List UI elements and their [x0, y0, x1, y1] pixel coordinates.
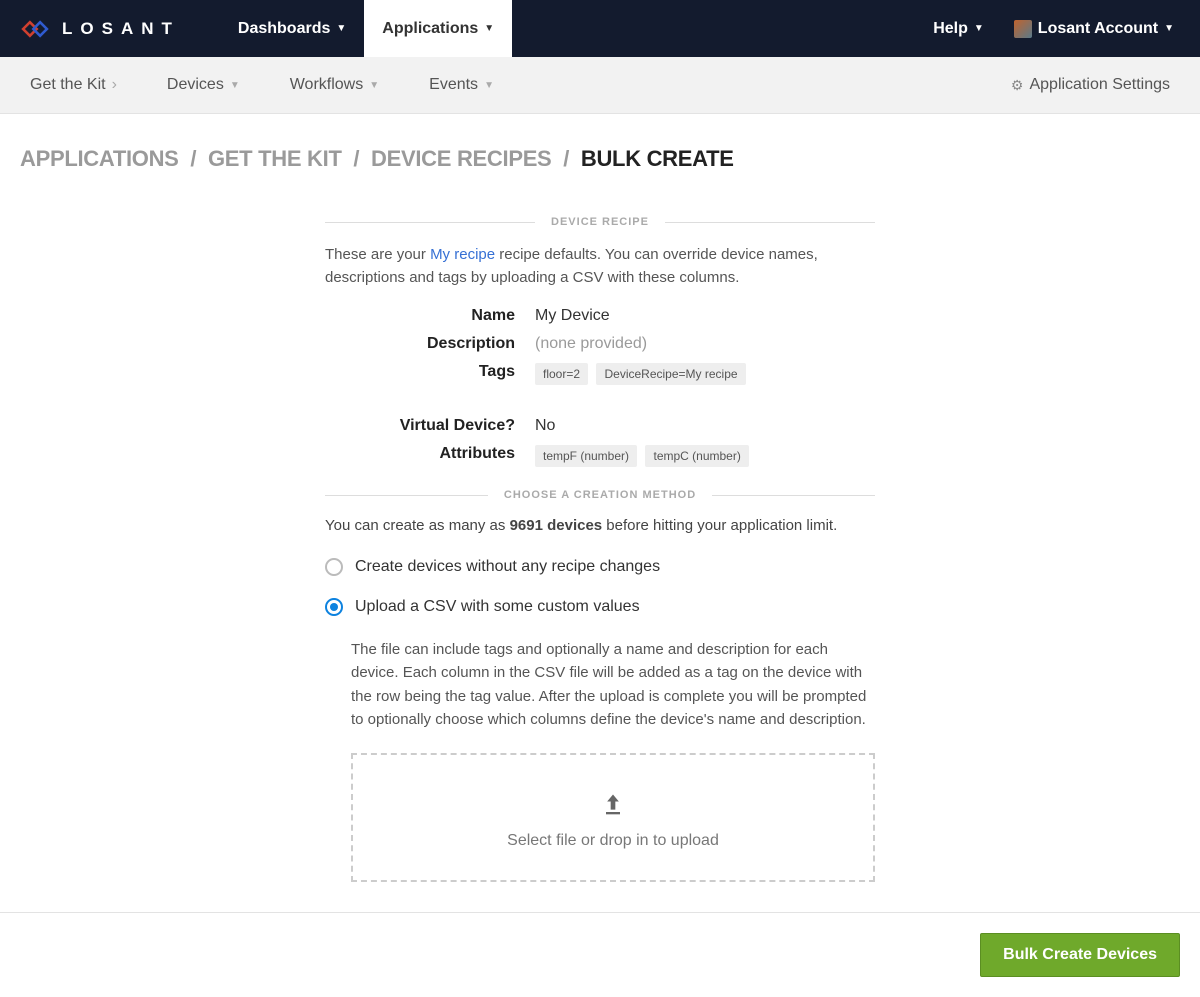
caret-down-icon: ▼: [484, 23, 494, 34]
attribute-pill: tempC (number): [645, 445, 748, 467]
radio-label: Create devices without any recipe change…: [355, 558, 660, 576]
upload-icon: [599, 791, 627, 819]
intro-text: These are your My recipe recipe defaults…: [325, 244, 875, 289]
caret-down-icon: ▼: [230, 80, 240, 91]
value-attributes: tempF (number) tempC (number): [535, 445, 875, 469]
subnav-get-the-kit-label: Get the Kit: [30, 76, 106, 94]
caret-down-icon: ▼: [369, 80, 379, 91]
nav-applications-label: Applications: [382, 20, 478, 38]
caret-down-icon: ▼: [1164, 23, 1174, 34]
value-name: My Device: [535, 307, 875, 325]
subnav-workflows-label: Workflows: [290, 76, 364, 94]
limit-count: 9691 devices: [510, 517, 603, 534]
radio-option-upload-csv[interactable]: Upload a CSV with some custom values: [325, 598, 875, 616]
upload-help-text: The file can include tags and optionally…: [351, 638, 875, 731]
limit-suffix: before hitting your application limit.: [602, 517, 837, 534]
nav-applications[interactable]: Applications ▼: [364, 0, 512, 57]
value-virtual: No: [535, 417, 875, 435]
attribute-pill: tempF (number): [535, 445, 637, 467]
gear-icon: ⚙: [1011, 77, 1024, 94]
value-tags: floor=2 DeviceRecipe=My recipe: [535, 363, 875, 387]
sub-nav: Get the Kit › Devices ▼ Workflows ▼ Even…: [0, 57, 1200, 114]
recipe-link[interactable]: My recipe: [430, 246, 495, 263]
logo-icon: [18, 12, 52, 46]
page-footer: Bulk Create Devices: [0, 912, 1200, 997]
crumb-current: Bulk Create: [581, 146, 734, 171]
label-virtual: Virtual Device?: [325, 417, 515, 435]
subnav-devices[interactable]: Devices ▼: [157, 70, 250, 100]
subnav-get-the-kit[interactable]: Get the Kit ›: [20, 70, 127, 100]
chevron-right-icon: ›: [112, 76, 117, 94]
label-attributes: Attributes: [325, 445, 515, 469]
value-description: (none provided): [535, 335, 875, 353]
nav-help[interactable]: Help ▼: [921, 0, 996, 57]
crumb-recipes[interactable]: Device Recipes: [371, 146, 551, 171]
subnav-devices-label: Devices: [167, 76, 224, 94]
main-content: Device Recipe These are your My recipe r…: [315, 216, 885, 912]
brand-name: LOSANT: [62, 19, 180, 39]
brand-logo[interactable]: LOSANT: [18, 12, 180, 46]
tag-pill: floor=2: [535, 363, 588, 385]
subnav-events-label: Events: [429, 76, 478, 94]
limit-prefix: You can create as many as: [325, 517, 510, 534]
section-divider-device-recipe: Device Recipe: [325, 216, 875, 228]
breadcrumb-separator: /: [184, 146, 202, 171]
dropzone-text: Select file or drop in to upload: [373, 832, 853, 850]
recipe-defaults-grid: Name My Device Description (none provide…: [325, 307, 875, 469]
subnav-app-settings-label: Application Settings: [1029, 76, 1170, 94]
avatar: [1014, 20, 1032, 38]
section-title: Choose a Creation Method: [488, 489, 712, 501]
nav-account[interactable]: Losant Account ▼: [996, 0, 1182, 57]
device-limit-text: You can create as many as 9691 devices b…: [325, 517, 875, 534]
breadcrumb-separator: /: [557, 146, 575, 171]
top-nav: LOSANT Dashboards ▼ Applications ▼ Help …: [0, 0, 1200, 57]
label-description: Description: [325, 335, 515, 353]
radio-icon: [325, 558, 343, 576]
section-title: Device Recipe: [535, 216, 665, 228]
crumb-app[interactable]: Get the Kit: [208, 146, 342, 171]
nav-dashboards-label: Dashboards: [238, 20, 330, 38]
label-name: Name: [325, 307, 515, 325]
file-dropzone[interactable]: Select file or drop in to upload: [351, 753, 875, 882]
intro-prefix: These are your: [325, 246, 430, 263]
caret-down-icon: ▼: [974, 23, 984, 34]
caret-down-icon: ▼: [484, 80, 494, 91]
nav-account-label: Losant Account: [1038, 20, 1158, 38]
caret-down-icon: ▼: [336, 23, 346, 34]
subnav-app-settings[interactable]: ⚙ Application Settings: [1001, 70, 1180, 100]
subnav-events[interactable]: Events ▼: [419, 70, 504, 100]
crumb-applications[interactable]: Applications: [20, 146, 179, 171]
radio-icon: [325, 598, 343, 616]
bulk-create-button[interactable]: Bulk Create Devices: [980, 933, 1180, 977]
breadcrumb: Applications / Get the Kit / Device Reci…: [0, 114, 1200, 196]
nav-dashboards[interactable]: Dashboards ▼: [220, 0, 364, 57]
subnav-workflows[interactable]: Workflows ▼: [280, 70, 389, 100]
radio-label: Upload a CSV with some custom values: [355, 598, 640, 616]
breadcrumb-separator: /: [347, 146, 365, 171]
label-tags: Tags: [325, 363, 515, 387]
section-divider-choose-method: Choose a Creation Method: [325, 489, 875, 501]
radio-option-no-changes[interactable]: Create devices without any recipe change…: [325, 558, 875, 576]
nav-help-label: Help: [933, 20, 968, 38]
tag-pill: DeviceRecipe=My recipe: [596, 363, 745, 385]
